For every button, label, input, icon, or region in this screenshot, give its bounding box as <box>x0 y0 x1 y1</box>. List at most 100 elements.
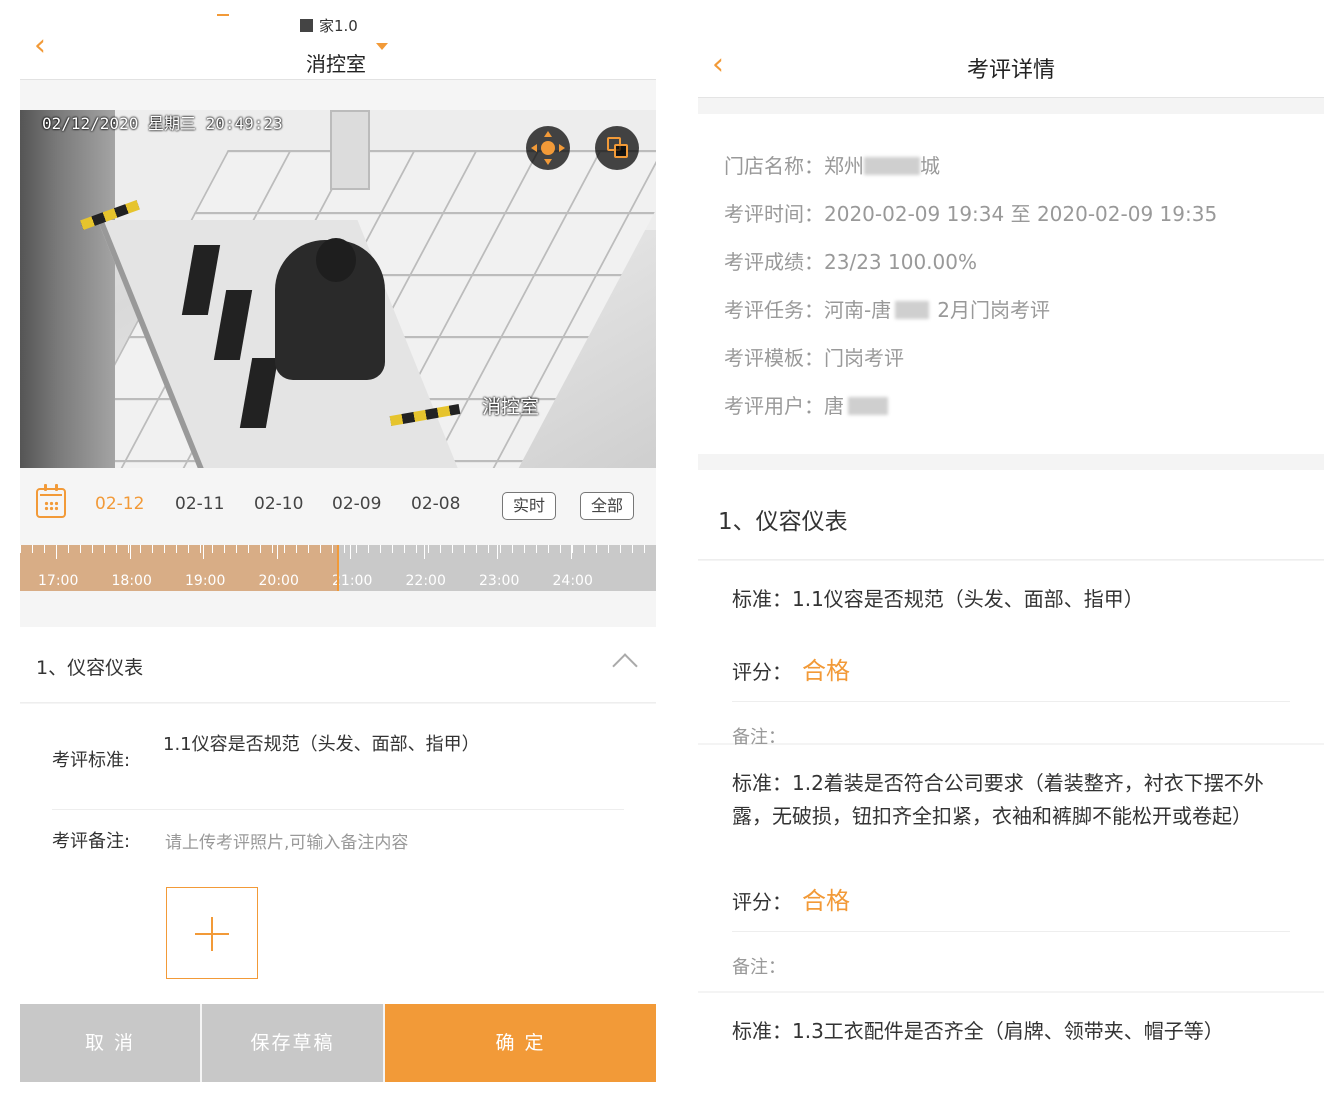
status-tick <box>217 14 229 16</box>
date-tab-02-08[interactable]: 02-08 <box>411 494 460 514</box>
timeline-hour-label: 22:00 <box>405 573 446 589</box>
criterion-note: 备注： <box>732 957 786 978</box>
standard-text: 1.3工衣配件是否齐全（肩牌、领带夹、帽子等） <box>792 1019 1224 1043</box>
standard-value: 1.1仪容是否规范（头发、面部、指甲） <box>163 734 480 755</box>
timeline-hour-label: 19:00 <box>185 573 226 589</box>
score-label: 评分： <box>732 660 792 684</box>
ptz-right-arrow-icon <box>559 144 565 152</box>
camera-selector[interactable]: 消控室 <box>306 48 366 77</box>
date-bar: 02-12 02-11 02-10 02-09 02-08 实时 全部 <box>20 482 656 532</box>
standard-text: 1.1仪容是否规范（头发、面部、指甲） <box>792 587 1144 611</box>
video-camera-label: 消控室 <box>482 396 540 418</box>
ptz-up-arrow-icon <box>544 131 552 137</box>
timeline-hour-label: 24:00 <box>552 573 593 589</box>
eval-user-row: 考评用户：唐 <box>724 390 888 419</box>
timeline-hour-tick <box>423 545 425 559</box>
info-value: 2月门岗考评 <box>937 298 1050 322</box>
criterion-score: 评分： 合格 <box>732 881 850 916</box>
snapshot-icon[interactable] <box>595 126 639 170</box>
timeline-hour-tick <box>276 545 278 559</box>
criterion-score: 评分： 合格 <box>732 651 850 686</box>
note-label: 考评备注: <box>52 831 131 852</box>
info-label: 门店名称： <box>724 154 824 178</box>
evaluation-info: 门店名称：郑州 城 考评时间：2020-02-09 19:34 至 2020-02… <box>698 114 1324 454</box>
calendar-icon[interactable] <box>36 484 66 518</box>
action-bar: 取 消 保存草稿 确 定 <box>20 1004 656 1082</box>
video-doorway <box>330 110 370 190</box>
info-value: 郑州 <box>824 154 864 178</box>
criterion-item: 标准：1.3工衣配件是否齐全（肩牌、领带夹、帽子等） <box>698 993 1324 1082</box>
right-screen: ‹ 考评详情 门店名称：郑州 城 考评时间：2020-02-09 19:34 至 … <box>698 34 1324 1082</box>
redacted-blur <box>895 301 930 319</box>
timeline-cursor[interactable] <box>336 545 339 591</box>
evaluation-form: 考评标准: 1.1仪容是否规范（头发、面部、指甲） 考评备注: 请上传考评照片,… <box>20 704 656 1004</box>
date-tab-02-09[interactable]: 02-09 <box>332 494 381 514</box>
criterion-item: 标准：1.2着装是否符合公司要求（着装整齐，衬衣下摆不外露，无破损，钮扣齐全扣紧… <box>698 745 1324 991</box>
criterion-standard: 标准：1.1仪容是否规范（头发、面部、指甲） <box>732 583 1292 616</box>
cancel-button[interactable]: 取 消 <box>20 1004 200 1082</box>
date-tab-02-12[interactable]: 02-12 <box>95 494 144 514</box>
divider <box>732 701 1290 702</box>
video-player[interactable]: 02/12/2020 星期三 20:49:23 消控室 <box>20 110 656 468</box>
timeline-hour-tick <box>56 545 57 559</box>
info-value: 河南-唐 <box>824 298 892 322</box>
eval-time-row: 考评时间：2020-02-09 19:34 至 2020-02-09 19:35 <box>724 198 1217 227</box>
criterion-standard: 标准：1.3工衣配件是否齐全（肩牌、领带夹、帽子等） <box>732 1015 1292 1048</box>
video-timestamp: 02/12/2020 星期三 20:49:23 <box>42 114 283 133</box>
score-value: 合格 <box>802 887 850 915</box>
note-input[interactable]: 请上传考评照片,可输入备注内容 <box>165 828 408 853</box>
standard-label: 标准： <box>732 771 792 795</box>
ptz-left-arrow-icon <box>531 144 537 152</box>
standard-label: 标准： <box>732 1019 792 1043</box>
all-button[interactable]: 全部 <box>580 492 635 520</box>
info-value: 门岗考评 <box>824 346 904 370</box>
section-title: 1、仪容仪表 <box>36 657 144 679</box>
timeline-hour-tick <box>129 545 131 559</box>
ptz-down-arrow-icon <box>544 159 552 165</box>
calendar-ring <box>44 484 47 491</box>
back-arrow-icon[interactable]: ‹ <box>34 31 46 61</box>
date-tab-02-11[interactable]: 02-11 <box>175 494 224 514</box>
score-label: 评分： <box>732 890 792 914</box>
store-name-row: 门店名称：郑州 城 <box>724 150 940 179</box>
info-label: 考评时间： <box>724 202 824 226</box>
dropdown-caret-icon[interactable] <box>376 43 388 50</box>
info-value: 唐 <box>824 394 844 418</box>
date-tab-02-10[interactable]: 02-10 <box>254 494 303 514</box>
playback-timeline[interactable]: 17:00 18:00 19:00 20:00 21:00 22:00 23:00 24:00 <box>20 545 656 591</box>
nav-bar: ‹ 考评详情 <box>698 34 1324 98</box>
save-draft-button[interactable]: 保存草稿 <box>202 1004 383 1082</box>
timeline-hour-label: 23:00 <box>479 573 520 589</box>
left-screen: ‹ 家1.0 消控室 02/12/2020 星期三 20:49:23 消控室 0… <box>20 14 656 1082</box>
timeline-hour-label: 18:00 <box>111 573 152 589</box>
criterion-standard: 标准：1.2着装是否符合公司要求（着装整齐，衬衣下摆不外露，无破损，钮扣齐全扣紧… <box>732 767 1292 833</box>
confirm-button[interactable]: 确 定 <box>385 1004 656 1082</box>
page-title: 消控室 <box>306 52 366 76</box>
info-label: 考评成绩： <box>724 250 824 274</box>
eval-task-row: 考评任务：河南-唐 2月门岗考评 <box>724 294 1050 323</box>
chevron-up-icon[interactable] <box>612 653 638 679</box>
calendar-dots <box>44 501 58 511</box>
redacted-blur <box>864 157 920 175</box>
device-name: 家1.0 <box>300 15 358 36</box>
ptz-direction-icon[interactable] <box>526 126 570 170</box>
info-label: 考评任务： <box>724 298 824 322</box>
ptz-center-icon <box>541 141 555 155</box>
timeline-hour-tick <box>203 545 204 559</box>
divider <box>52 809 624 810</box>
section-header[interactable]: 1、仪容仪表 <box>20 627 656 703</box>
eval-template-row: 考评模板：门岗考评 <box>724 342 904 371</box>
plus-icon <box>211 917 213 951</box>
video-person-head <box>316 238 356 282</box>
snapshot-frame-front <box>614 144 628 158</box>
eval-score-row: 考评成绩：23/23 100.00% <box>724 246 977 275</box>
page-title: 考评详情 <box>966 58 1055 83</box>
realtime-button[interactable]: 实时 <box>502 492 557 520</box>
calendar-ring <box>55 484 58 491</box>
info-label: 考评用户： <box>724 394 824 418</box>
upload-photo-button[interactable] <box>166 887 258 979</box>
divider <box>732 931 1290 932</box>
criterion-item: 标准：1.1仪容是否规范（头发、面部、指甲） 评分： 合格 备注： <box>698 561 1324 748</box>
standard-text: 1.2着装是否符合公司要求（着装整齐，衬衣下摆不外露，无破损，钮扣齐全扣紧，衣袖… <box>732 771 1264 828</box>
timeline-hour-tick <box>350 545 351 559</box>
